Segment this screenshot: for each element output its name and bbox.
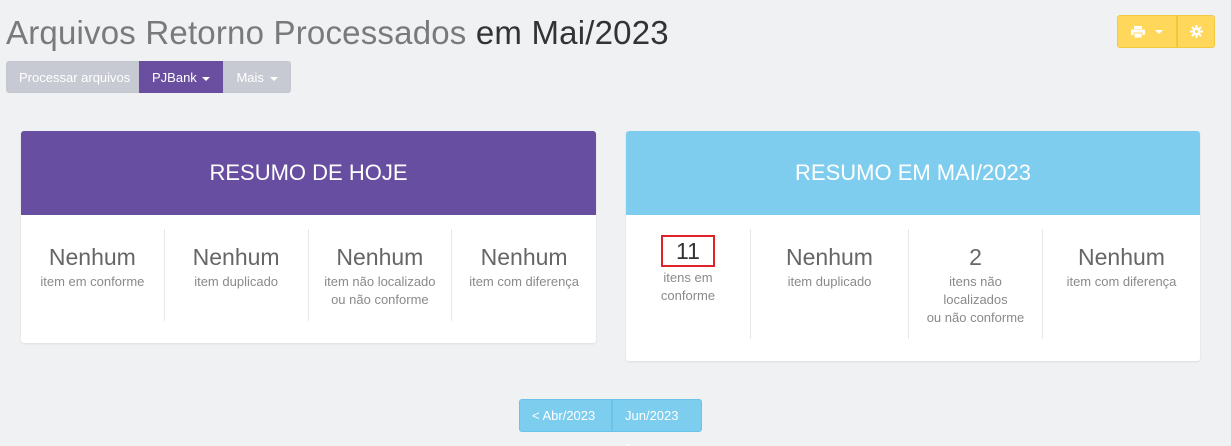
more-dropdown-button[interactable]: Mais <box>223 61 291 93</box>
caret-down-icon <box>202 76 211 81</box>
today-stat-nao-localizado: Nenhum item não localizado ou não conform… <box>309 229 453 321</box>
stat-value: Nenhum <box>336 244 424 270</box>
print-icon <box>1131 25 1145 38</box>
today-stats: Nenhum item em conforme Nenhum item dupl… <box>21 229 596 321</box>
stat-label: itens em conforme <box>660 270 716 303</box>
stat-label: item duplicado <box>787 274 872 289</box>
month-stat-diferenca: Nenhum item com diferença <box>1043 229 1200 339</box>
stat-value: Nenhum <box>480 244 568 270</box>
previous-month-button[interactable]: < Abr/2023 <box>519 399 612 432</box>
print-dropdown-button[interactable] <box>1117 15 1177 48</box>
today-summary-title: RESUMO DE HOJE <box>21 131 596 215</box>
page-title: Arquivos Retorno Processados em Mai/2023 <box>6 14 669 52</box>
stat-label: item duplicado <box>194 274 279 289</box>
stat-value-highlighted: 11 <box>661 235 715 267</box>
month-stats: 11 itens em conforme Nenhum item duplicad… <box>626 229 1200 339</box>
page-title-main: Arquivos Retorno Processados <box>6 14 467 51</box>
process-files-label: Processar arquivos <box>19 70 131 85</box>
page-title-period: em Mai/2023 <box>466 14 669 51</box>
month-summary-title: RESUMO EM MAI/2023 <box>626 131 1200 215</box>
stat-label: item com diferença <box>1066 274 1177 289</box>
stat-label: item não localizado ou não conforme <box>324 274 436 307</box>
stat-label: itens não localizados ou não conforme <box>926 274 1025 325</box>
month-stat-conforme[interactable]: 11 itens em conforme <box>626 229 751 339</box>
pjbank-dropdown-button[interactable]: PJBank <box>139 61 224 93</box>
stat-value: 2 <box>969 244 982 270</box>
next-month-button[interactable]: Jun/2023 > <box>612 399 702 446</box>
pjbank-label: PJBank <box>152 70 197 85</box>
more-label: Mais <box>236 70 264 85</box>
settings-button[interactable] <box>1177 15 1215 48</box>
today-summary-card: RESUMO DE HOJE Nenhum item em conforme N… <box>21 131 596 343</box>
month-summary-card: RESUMO EM MAI/2023 11 itens em conforme N… <box>626 131 1200 361</box>
process-files-button[interactable]: Processar arquivos <box>6 61 139 93</box>
month-stat-duplicado: Nenhum item duplicado <box>751 229 909 339</box>
today-stat-conforme: Nenhum item em conforme <box>21 229 165 321</box>
gear-icon <box>1189 25 1203 38</box>
stat-value: Nenhum <box>192 244 280 270</box>
caret-down-icon <box>269 76 278 81</box>
tools-button-group <box>1117 15 1215 48</box>
stat-label: item em conforme <box>40 274 145 289</box>
action-button-group: Processar arquivos PJBank Mais <box>6 61 291 93</box>
stat-value: Nenhum <box>48 244 136 270</box>
today-stat-diferenca: Nenhum item com diferença <box>452 229 596 321</box>
stat-value: Nenhum <box>786 244 873 270</box>
today-stat-duplicado: Nenhum item duplicado <box>165 229 309 321</box>
stat-label: item com diferença <box>469 274 580 289</box>
month-pager: < Abr/2023 Jun/2023 > <box>519 399 702 446</box>
month-stat-nao-localizado[interactable]: 2 itens não localizados ou não conforme <box>909 229 1043 339</box>
caret-down-icon <box>1155 29 1163 34</box>
stat-value: Nenhum <box>1078 244 1165 270</box>
